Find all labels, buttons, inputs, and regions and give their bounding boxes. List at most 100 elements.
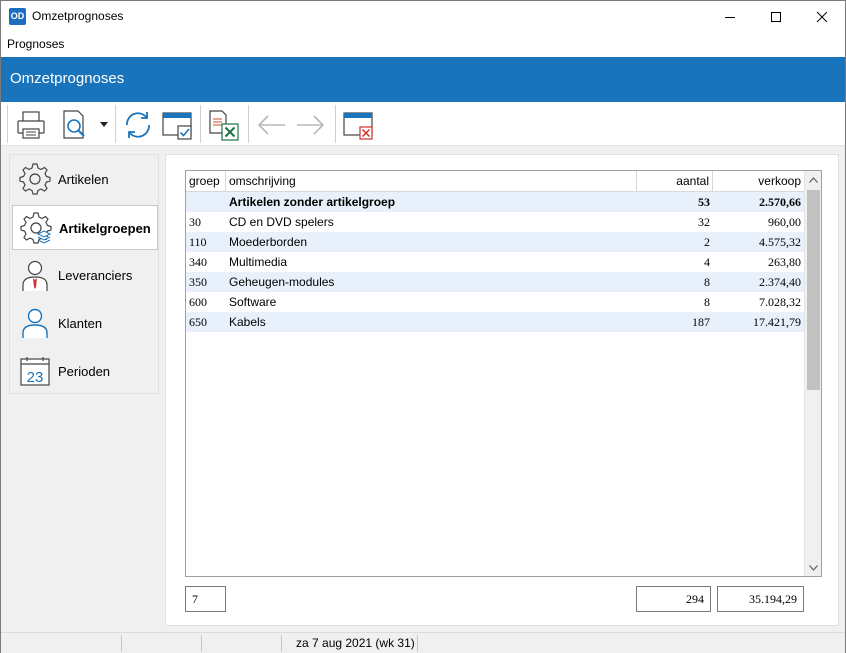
- close-window-button[interactable]: [340, 107, 376, 143]
- status-separator: [201, 635, 202, 652]
- grid-header: groep omschrijving aantal verkoop: [186, 171, 804, 192]
- column-header-verkoop[interactable]: verkoop: [713, 171, 804, 192]
- cell-groep: 340: [189, 255, 207, 269]
- app-window: OD Omzetprognoses Prognoses Omzetprognos…: [0, 0, 846, 653]
- print-preview-button[interactable]: [57, 107, 93, 143]
- sidebar-item-artikelen[interactable]: Artikelen: [12, 157, 158, 202]
- forward-arrow-icon: [297, 115, 325, 135]
- table-row[interactable]: 650 Kabels 187 17.421,79: [186, 312, 804, 332]
- forward-button[interactable]: [293, 107, 329, 143]
- sidebar-item-perioden[interactable]: 23 Perioden: [12, 349, 158, 394]
- back-button[interactable]: [253, 107, 289, 143]
- close-button[interactable]: [799, 1, 845, 32]
- column-header-aantal[interactable]: aantal: [637, 171, 713, 192]
- cell-omschrijving: Software: [229, 295, 277, 309]
- gear-stack-icon: [20, 212, 52, 244]
- select-window-icon: [162, 112, 192, 140]
- page-title: Omzetprognoses: [10, 70, 125, 87]
- cell-aantal: 53: [698, 195, 710, 209]
- status-separator: [281, 635, 282, 652]
- sidebar-item-leveranciers[interactable]: Leveranciers: [12, 253, 158, 298]
- app-logo-icon: OD: [9, 8, 26, 25]
- cell-groep: 350: [189, 275, 207, 289]
- cell-verkoop: 2.374,40: [759, 275, 801, 289]
- cell-verkoop: 263,80: [768, 255, 801, 269]
- supplier-person-icon: [22, 260, 48, 291]
- cell-groep: 650: [189, 315, 207, 329]
- close-window-icon: [343, 112, 373, 140]
- status-separator: [417, 635, 418, 652]
- table-row[interactable]: 30 CD en DVD spelers 32 960,00: [186, 212, 804, 232]
- vertical-scrollbar[interactable]: [804, 171, 821, 576]
- maximize-icon: [771, 11, 781, 22]
- back-arrow-icon: [257, 115, 285, 135]
- status-separator: [121, 635, 122, 652]
- column-header-omschrijving[interactable]: omschrijving: [226, 171, 637, 192]
- sidebar-item-artikelgroepen[interactable]: Artikelgroepen: [12, 205, 158, 250]
- chevron-down-icon: [809, 564, 818, 571]
- maximize-button[interactable]: [753, 1, 799, 32]
- print-preview-icon: [63, 110, 85, 139]
- menu-bar: Prognoses: [1, 32, 845, 57]
- title-bar[interactable]: OD Omzetprognoses: [1, 1, 845, 32]
- status-date: za 7 aug 2021 (wk 31): [296, 636, 415, 650]
- cell-groep: 600: [189, 295, 207, 309]
- cell-verkoop: 7.028,32: [759, 295, 801, 309]
- cell-aantal: 8: [704, 275, 710, 289]
- refresh-icon: [126, 112, 150, 138]
- cell-omschrijving: Kabels: [229, 315, 266, 329]
- cell-groep: 110: [189, 235, 207, 249]
- minimize-icon: [725, 16, 735, 18]
- cell-omschrijving: CD en DVD spelers: [229, 215, 334, 229]
- customer-person-icon: [22, 308, 48, 338]
- calendar-day-number: 23: [27, 369, 44, 386]
- toolbar-separator: [335, 105, 336, 143]
- cell-aantal: 187: [692, 315, 710, 329]
- toolbar-separator: [115, 105, 116, 143]
- scrollbar-thumb[interactable]: [807, 190, 820, 390]
- cell-omschrijving: Geheugen-modules: [229, 275, 335, 289]
- cell-verkoop: 2.570,66: [759, 195, 801, 209]
- scroll-down-button[interactable]: [805, 559, 821, 576]
- data-grid: groep omschrijving aantal verkoop Artike…: [185, 170, 822, 577]
- sidebar-item-label: Artikelgroepen: [59, 221, 151, 236]
- status-bar: za 7 aug 2021 (wk 31): [1, 632, 845, 653]
- total-count-field: 7: [185, 586, 226, 612]
- cell-omschrijving: Artikelen zonder artikelgroep: [229, 195, 396, 209]
- scroll-up-button[interactable]: [805, 171, 821, 188]
- table-row[interactable]: Artikelen zonder artikelgroep 53 2.570,66: [186, 192, 804, 212]
- table-row[interactable]: 600 Software 8 7.028,32: [186, 292, 804, 312]
- toolbar-separator: [200, 105, 201, 143]
- print-button[interactable]: [13, 107, 49, 143]
- sidebar-item-label: Klanten: [58, 316, 103, 331]
- gear-icon: [19, 163, 51, 195]
- sidebar-item-label: Perioden: [58, 364, 111, 379]
- select-window-button[interactable]: [159, 107, 195, 143]
- table-row[interactable]: 340 Multimedia 4 263,80: [186, 252, 804, 272]
- cell-omschrijving: Multimedia: [229, 255, 288, 269]
- sidebar-item-label: Artikelen: [58, 172, 109, 187]
- export-excel-icon: [209, 110, 239, 141]
- cell-aantal: 2: [704, 235, 710, 249]
- cell-groep: [186, 192, 226, 212]
- minimize-button[interactable]: [707, 1, 753, 32]
- cell-aantal: 8: [704, 295, 710, 309]
- cell-verkoop: 17.421,79: [753, 315, 801, 329]
- export-excel-button[interactable]: [205, 107, 241, 143]
- table-row[interactable]: 110 Moederborden 2 4.575,32: [186, 232, 804, 252]
- print-icon: [17, 111, 45, 139]
- sidebar-item-label: Leveranciers: [58, 268, 133, 283]
- chevron-down-icon[interactable]: [100, 122, 108, 128]
- menu-item-prognoses[interactable]: Prognoses: [7, 37, 64, 51]
- sidebar-item-klanten[interactable]: Klanten: [12, 301, 158, 346]
- sidebar: Artikelen Artikelgroepen Leveranciers Kl…: [9, 154, 159, 394]
- main-panel: groep omschrijving aantal verkoop Artike…: [165, 154, 839, 626]
- toolbar-separator: [248, 105, 249, 143]
- refresh-button[interactable]: [120, 107, 156, 143]
- header-band: Omzetprognoses: [1, 57, 845, 102]
- toolbar: [1, 102, 845, 146]
- table-row[interactable]: 350 Geheugen-modules 8 2.374,40: [186, 272, 804, 292]
- window-title: Omzetprognoses: [32, 9, 124, 23]
- cell-aantal: 4: [704, 255, 710, 269]
- column-header-groep[interactable]: groep: [186, 171, 226, 192]
